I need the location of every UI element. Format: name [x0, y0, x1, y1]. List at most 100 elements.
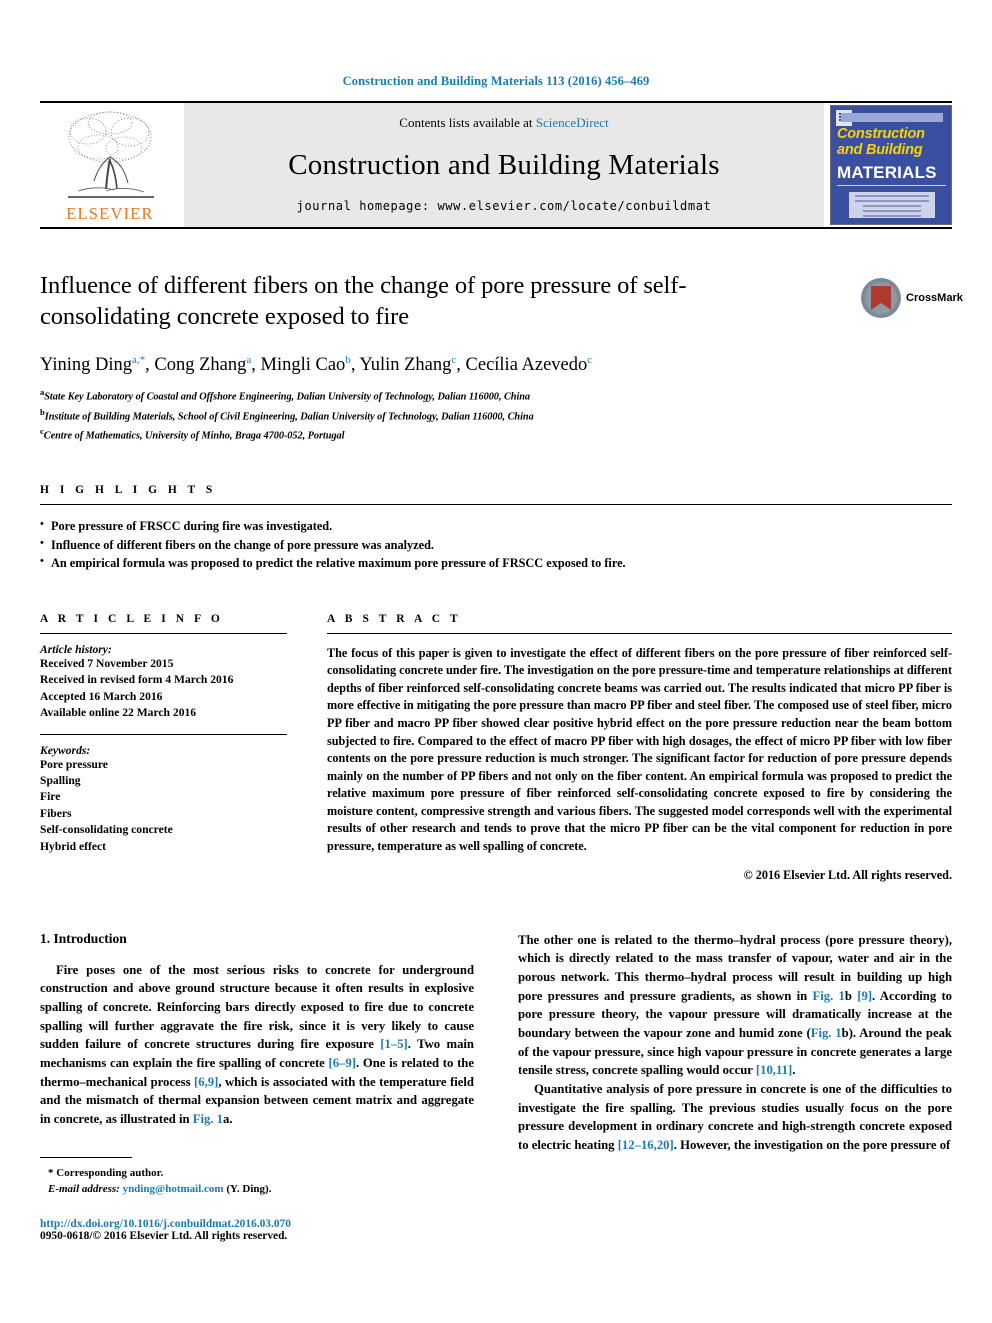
- cover-title: Construction and Building: [837, 126, 947, 158]
- issn-copyright: 0950-0618/© 2016 Elsevier Ltd. All right…: [40, 1229, 288, 1242]
- author-name: Mingli Cao: [260, 355, 346, 376]
- intro-right-text-b: b: [844, 988, 858, 1003]
- figure-ref[interactable]: Fig. 1: [812, 989, 844, 1003]
- author-name: Yulin Zhang: [359, 355, 452, 376]
- intro-paragraph-right-2: Quantitative analysis of pore pressure i…: [518, 1080, 952, 1155]
- paper-page: Construction and Building Materials 113 …: [0, 0, 992, 1323]
- doi-link[interactable]: http://dx.doi.org/10.1016/j.conbuildmat.…: [40, 1218, 474, 1230]
- abstract-heading: A B S T R A C T: [327, 612, 462, 625]
- citation-ref[interactable]: [1–5]: [380, 1037, 407, 1051]
- intro-right2-text-b: . However, the investigation on the pore…: [673, 1137, 951, 1152]
- crossmark-icon: [860, 277, 902, 319]
- body-columns: 1. Introduction Fire poses one of the mo…: [40, 931, 952, 1242]
- article-history-label: Article history:: [40, 642, 112, 656]
- citation-ref[interactable]: [6,9]: [194, 1075, 218, 1089]
- intro-paragraph-left: Fire poses one of the most serious risks…: [40, 961, 474, 1129]
- abstract-copyright: © 2016 Elsevier Ltd. All rights reserved…: [743, 867, 952, 882]
- article-info-column: A R T I C L E I N F O Article history: R…: [40, 613, 287, 883]
- author-list: Yining Dinga,*, Cong Zhanga, Mingli Caob…: [40, 354, 952, 376]
- elsevier-tree-icon: [68, 111, 154, 198]
- cover-top-bar: [841, 113, 943, 122]
- keywords-label: Keywords:: [40, 743, 91, 757]
- article-history-item: Received in revised form 4 March 2016: [40, 673, 234, 687]
- author-entry: Cecília Azevedoc: [465, 354, 593, 376]
- article-history-item: Accepted 16 March 2016: [40, 689, 163, 703]
- running-head: Construction and Building Materials 113 …: [342, 74, 650, 88]
- author-affil-mark: a,*: [132, 354, 146, 367]
- sciencedirect-link[interactable]: ScienceDirect: [536, 115, 609, 130]
- body-column-right: The other one is related to the thermo–h…: [518, 931, 952, 1242]
- citation-ref[interactable]: [10,11]: [756, 1063, 792, 1077]
- affiliation-item: aState Key Laboratory of Coastal and Off…: [40, 386, 952, 405]
- keyword-item: Fibers: [40, 806, 72, 820]
- keyword-item: Hybrid effect: [40, 839, 106, 853]
- intro-text-e: a.: [223, 1111, 233, 1126]
- cover-title-line1: Construction: [837, 126, 925, 142]
- email-label: E-mail address:: [48, 1183, 120, 1196]
- article-history-item: Available online 22 March 2016: [40, 706, 197, 720]
- keyword-item: Self-consolidating concrete: [40, 823, 173, 837]
- journal-title: Construction and Building Materials: [288, 148, 720, 181]
- info-abstract-section: A R T I C L E I N F O Article history: R…: [40, 613, 952, 883]
- affiliation-item: bInstitute of Building Materials, School…: [40, 406, 952, 425]
- highlights-divider: [40, 504, 952, 506]
- email-link[interactable]: ynding@hotmail.com: [123, 1183, 224, 1195]
- citation-ref[interactable]: [12–16,20]: [618, 1138, 674, 1152]
- crossmark-badge[interactable]: CrossMark: [860, 269, 963, 327]
- author-name: Cong Zhang: [154, 355, 247, 376]
- cover-text-line: [863, 215, 921, 217]
- affiliation-text: State Key Laboratory of Coastal and Offs…: [44, 391, 531, 403]
- author-name: Cecília Azevedo: [465, 355, 588, 376]
- cover-title-line3: MATERIALS: [837, 163, 937, 182]
- abstract-text: The focus of this paper is given to inve…: [327, 645, 952, 853]
- highlights-list: Pore pressure of FRSCC during fire was i…: [40, 516, 952, 572]
- author-affil-mark: b: [345, 354, 351, 367]
- author-affil-mark: c: [587, 354, 593, 367]
- elsevier-logo: ELSEVIER: [40, 103, 180, 227]
- section-heading-introduction: 1. Introduction: [40, 930, 127, 946]
- crossmark-label: CrossMark: [906, 292, 963, 304]
- article-history-item: Received 7 November 2015: [40, 656, 174, 670]
- journal-cover-thumbnail: Construction and Building MATERIALS: [830, 105, 952, 225]
- keyword-item: Spalling: [40, 774, 81, 788]
- email-owner: (Y. Ding).: [226, 1183, 272, 1196]
- intro-right-text-e: .: [792, 1063, 796, 1078]
- cover-text-line: [855, 195, 929, 197]
- contents-prefix: Contents lists available at: [399, 115, 536, 130]
- highlight-item: Pore pressure of FRSCC during fire was i…: [40, 516, 952, 535]
- affiliation-item: cCentre of Mathematics, University of Mi…: [40, 425, 952, 444]
- cover-divider: [837, 185, 946, 186]
- footnote-block: * Corresponding author. E-mail address: …: [40, 1156, 474, 1242]
- author-affil-mark: a: [246, 354, 252, 367]
- abstract-column: A B S T R A C T The focus of this paper …: [327, 613, 952, 883]
- cover-text-line: [855, 200, 929, 202]
- figure-ref[interactable]: Fig. 1: [811, 1026, 842, 1040]
- highlights-heading: H I G H L I G H T S: [40, 484, 217, 497]
- author-entry: Yining Dinga,*,: [40, 354, 155, 376]
- abstract-divider: [327, 632, 952, 634]
- cover-text-line: [863, 210, 921, 212]
- title-block: Influence of different fibers on the cha…: [40, 269, 963, 332]
- affiliation-text: Centre of Mathematics, University of Min…: [43, 430, 345, 442]
- contents-available-line: Contents lists available at ScienceDirec…: [399, 115, 608, 131]
- figure-ref[interactable]: Fig. 1: [193, 1112, 223, 1126]
- cover-abstract-block: [849, 192, 935, 218]
- journal-masthead: ELSEVIER Contents lists available at Sci…: [40, 101, 952, 229]
- highlight-item: An empirical formula was proposed to pre…: [40, 553, 952, 572]
- corresponding-author-note: * Corresponding author.: [48, 1166, 164, 1179]
- email-note: E-mail address: ynding@hotmail.com (Y. D…: [40, 1181, 474, 1198]
- keywords-divider: [40, 733, 287, 735]
- cover-text-line: [863, 205, 921, 207]
- body-column-left: 1. Introduction Fire poses one of the mo…: [40, 931, 474, 1242]
- cover-title-line2: and Building: [837, 142, 923, 159]
- affiliation-list: aState Key Laboratory of Coastal and Off…: [40, 386, 952, 444]
- journal-homepage-link[interactable]: journal homepage: www.elsevier.com/locat…: [297, 199, 712, 213]
- citation-ref[interactable]: [9]: [857, 989, 872, 1003]
- author-entry: Yulin Zhangc,: [359, 354, 466, 376]
- author-entry: Mingli Caob,: [260, 354, 360, 376]
- author-entry: Cong Zhanga,: [154, 354, 261, 376]
- citation-ref[interactable]: [6–9]: [329, 1056, 356, 1070]
- author-name: Yining Ding: [40, 355, 132, 376]
- article-info-heading: A R T I C L E I N F O: [40, 612, 224, 625]
- article-info-divider: [40, 632, 287, 634]
